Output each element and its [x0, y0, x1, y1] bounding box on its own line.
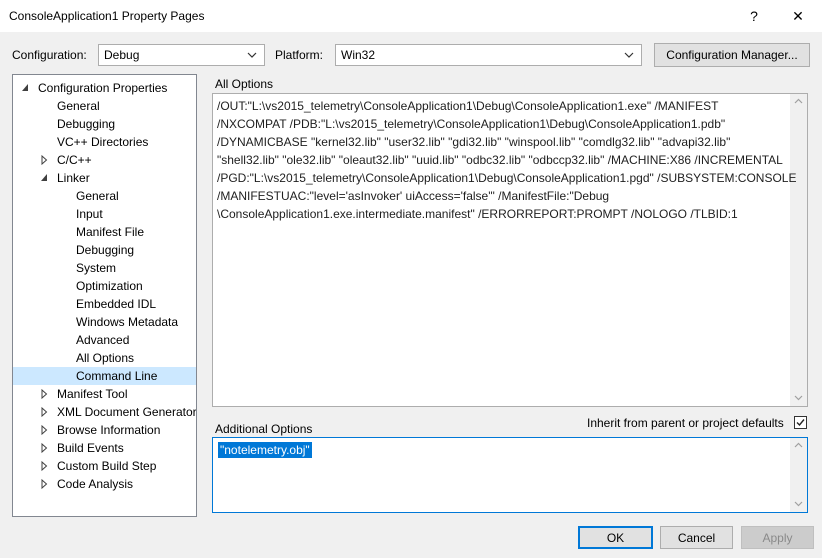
tree-item[interactable]: All Options: [13, 349, 196, 367]
all-options-heading: All Options: [215, 77, 274, 91]
tree-item-label: Debugging: [76, 243, 135, 257]
tree-item-label: Embedded IDL: [76, 297, 157, 311]
configuration-label: Configuration:: [12, 48, 87, 62]
tree-collapsed-icon[interactable]: [40, 421, 50, 439]
additional-options-scrollbar[interactable]: [790, 438, 807, 512]
tree-item-label: Input: [76, 207, 103, 221]
inherit-checkbox[interactable]: [794, 416, 807, 429]
tree-collapsed-icon[interactable]: [40, 151, 50, 169]
tree-item[interactable]: Browse Information: [13, 421, 196, 439]
all-options-scrollbar[interactable]: [790, 94, 807, 406]
tree-item-label: Custom Build Step: [57, 459, 157, 473]
tree-item-label: C/C++: [57, 153, 92, 167]
tree-item-label: Configuration Properties: [38, 81, 168, 95]
configuration-manager-button[interactable]: Configuration Manager...: [654, 43, 810, 67]
tree-item[interactable]: Manifest Tool: [13, 385, 196, 403]
command-line: "shell32.lib" "ole32.lib" "oleaut32.lib"…: [217, 153, 783, 167]
command-line: /NXCOMPAT /PDB:"L:\vs2015_telemetry\Cons…: [217, 117, 726, 131]
tree-item[interactable]: Optimization: [13, 277, 196, 295]
tree-item-label: VC++ Directories: [57, 135, 149, 149]
scroll-down-icon[interactable]: [794, 395, 803, 401]
command-line: /PGD:"L:\vs2015_telemetry\ConsoleApplica…: [217, 171, 797, 185]
command-line: \ConsoleApplication1.exe.intermediate.ma…: [217, 207, 738, 221]
tree-item-label: Manifest File: [76, 225, 145, 239]
configuration-dropdown[interactable]: Debug: [98, 44, 265, 66]
tree-collapsed-icon[interactable]: [40, 457, 50, 475]
tree-item-label: Linker: [57, 171, 90, 185]
property-tree[interactable]: Configuration Properties General Debugging…: [12, 74, 197, 517]
tree-collapsed-icon[interactable]: [40, 403, 50, 421]
chevron-down-icon: [624, 52, 634, 58]
tree-item-label: System: [76, 261, 117, 275]
help-button[interactable]: ?: [732, 0, 776, 32]
tree-item[interactable]: Code Analysis: [13, 475, 196, 493]
tree-item-label: XML Document Generator: [57, 405, 197, 419]
platform-value: Win32: [341, 48, 376, 62]
tree-item[interactable]: Build Events: [13, 439, 196, 457]
tree-item-label: Advanced: [76, 333, 130, 347]
window-title: ConsoleApplication1 Property Pages: [9, 9, 205, 23]
tree-item[interactable]: Embedded IDL: [13, 295, 196, 313]
tree-item-label: Optimization: [76, 279, 143, 293]
tree-item[interactable]: Input: [13, 205, 196, 223]
scroll-up-icon[interactable]: [794, 98, 803, 104]
tree-item[interactable]: General: [13, 187, 196, 205]
tree-item[interactable]: Advanced: [13, 331, 196, 349]
tree-item-label: Manifest Tool: [57, 387, 128, 401]
tree-item[interactable]: Configuration Properties: [13, 79, 196, 97]
tree-item[interactable]: XML Document Generator: [13, 403, 196, 421]
tree-collapsed-icon[interactable]: [40, 385, 50, 403]
tree-item[interactable]: Linker: [13, 169, 196, 187]
apply-button[interactable]: Apply: [741, 526, 814, 549]
cancel-button[interactable]: Cancel: [660, 526, 733, 549]
tree-expanded-icon[interactable]: [21, 79, 31, 97]
tree-item-label: Code Analysis: [57, 477, 134, 491]
tree-item-label: Build Events: [57, 441, 124, 455]
help-icon: ?: [750, 8, 758, 24]
additional-options-heading: Additional Options: [215, 422, 313, 436]
tree-item[interactable]: Debugging: [13, 115, 196, 133]
platform-label: Platform:: [275, 48, 324, 62]
tree-item[interactable]: Command Line: [13, 367, 196, 385]
tree-item-label: Debugging: [57, 117, 116, 131]
inherit-label: Inherit from parent or project defaults: [587, 416, 784, 430]
tree-item-label: Browse Information: [57, 423, 161, 437]
tree-item[interactable]: Custom Build Step: [13, 457, 196, 475]
command-line: /MANIFESTUAC:"level='asInvoker' uiAccess…: [217, 189, 610, 203]
tree-item-label: General: [57, 99, 100, 113]
tree-item-label: Command Line: [76, 369, 158, 383]
platform-dropdown[interactable]: Win32: [335, 44, 642, 66]
all-options-text: /OUT:"L:\vs2015_telemetry\ConsoleApplica…: [217, 97, 797, 223]
tree-item[interactable]: General: [13, 97, 196, 115]
tree-collapsed-icon[interactable]: [40, 475, 50, 493]
ok-button[interactable]: OK: [578, 526, 653, 549]
tree-item[interactable]: Debugging: [13, 241, 196, 259]
additional-options-value[interactable]: "notelemetry.obj": [218, 442, 312, 458]
tree-item[interactable]: VC++ Directories: [13, 133, 196, 151]
tree-item[interactable]: Manifest File: [13, 223, 196, 241]
configuration-value: Debug: [104, 48, 140, 62]
tree-item-label: Windows Metadata: [76, 315, 179, 329]
scroll-up-icon[interactable]: [794, 442, 803, 448]
close-button[interactable]: ✕: [776, 0, 820, 32]
checkmark-icon: [796, 419, 805, 427]
tree-item[interactable]: Windows Metadata: [13, 313, 196, 331]
tree-item-label: General: [76, 189, 119, 203]
tree-item[interactable]: C/C++: [13, 151, 196, 169]
command-line: /OUT:"L:\vs2015_telemetry\ConsoleApplica…: [217, 99, 719, 113]
tree-collapsed-icon[interactable]: [40, 439, 50, 457]
tree-expanded-icon[interactable]: [40, 169, 50, 187]
tree-item[interactable]: System: [13, 259, 196, 277]
scroll-down-icon[interactable]: [794, 501, 803, 507]
chevron-down-icon: [247, 52, 257, 58]
close-icon: ✕: [792, 7, 804, 24]
command-line: /DYNAMICBASE "kernel32.lib" "user32.lib"…: [217, 135, 731, 149]
tree-item-label: All Options: [76, 351, 135, 365]
